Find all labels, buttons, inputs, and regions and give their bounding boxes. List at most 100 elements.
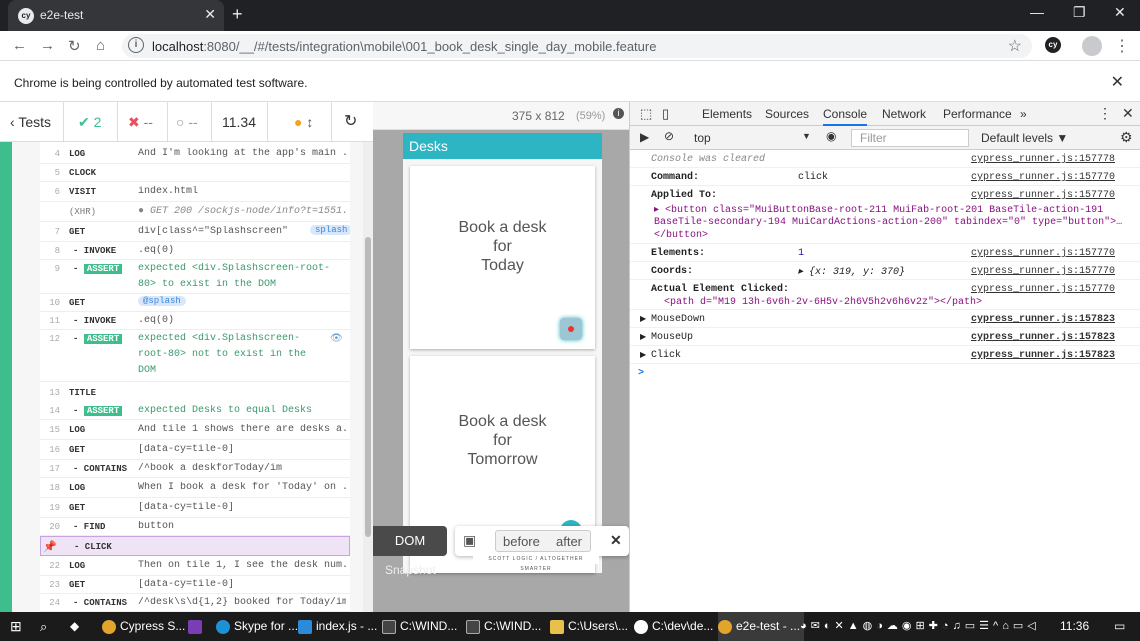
before-after-toggle[interactable]: before after (495, 530, 591, 552)
source-link[interactable]: cypress_runner.js:157770 (971, 190, 1115, 201)
list-item[interactable]: 19 GET [data-cy=tile-0] (40, 498, 350, 518)
console-group[interactable]: ▶ MouseUp cypress_runner.js:157823 (630, 328, 1140, 346)
notifications-icon[interactable]: ▭ (1114, 612, 1125, 641)
source-link[interactable]: cypress_runner.js:157823 (971, 314, 1115, 325)
tab-console[interactable]: Console (823, 107, 868, 126)
info-icon[interactable]: i (613, 108, 624, 119)
list-item[interactable]: 8 - INVOKE .eq(0) (40, 242, 350, 260)
address-bar[interactable]: i localhost:8080/__/#/tests/integration\… (122, 34, 1032, 58)
element-text[interactable]: <path d="M19 13h-6v6h-2v-6H5v-2h6V5h2v6h… (664, 297, 982, 308)
list-item[interactable]: 5 CLOCK (40, 164, 350, 182)
taskbar-item-cmd2[interactable]: C:\WIND... (466, 612, 541, 641)
list-item[interactable]: 22 LOG Then on tile 1, I see the desk num.… (40, 556, 350, 576)
pin-icon[interactable]: 📌 (43, 540, 57, 554)
tab-sources[interactable]: Sources (765, 107, 809, 121)
list-item[interactable]: 16 GET [data-cy=tile-0] (40, 440, 350, 460)
coords-object[interactable]: ▸ {x: 319, y: 370} (798, 266, 905, 278)
book-today-button[interactable] (560, 318, 582, 340)
list-item[interactable]: 9 - ASSERT expected <div.Splashscreen-root… (40, 260, 350, 294)
list-item[interactable]: 12 - ASSERT expected <div.Splashscreen- 👁 ro… (40, 330, 350, 382)
scrollbar-thumb[interactable] (365, 237, 371, 537)
search-icon[interactable]: ⌕ (40, 612, 47, 641)
chrome-menu-icon[interactable]: ⋮ (1114, 36, 1130, 56)
list-item[interactable]: 18 LOG When I book a desk for 'Today' on .… (40, 478, 350, 498)
auto-scroll-toggle[interactable]: ● ↕ (268, 102, 332, 142)
close-snapshot-icon[interactable]: ✕ (610, 532, 622, 549)
windows-start-icon[interactable]: ⊞ (10, 612, 22, 641)
new-tab-button[interactable]: + (232, 4, 243, 25)
after-button[interactable]: after (556, 534, 582, 549)
filter-input[interactable]: Filter (851, 129, 969, 147)
devtools-menu-icon[interactable]: ⋮ (1098, 105, 1112, 122)
browser-tab[interactable]: cy e2e-test ✕ (8, 0, 224, 31)
taskbar-item-chrome-cypress[interactable]: Cypress S... (102, 612, 185, 641)
taskbar-item-skype[interactable]: Skype for ... (216, 612, 298, 641)
source-link[interactable]: cypress_runner.js:157770 (971, 248, 1115, 259)
eye-icon[interactable]: ◉ (826, 129, 836, 143)
minimize-icon[interactable]: — (1030, 4, 1044, 20)
source-link[interactable]: cypress_runner.js:157778 (971, 154, 1115, 165)
tests-button[interactable]: ‹ Tests (0, 102, 64, 142)
list-item[interactable]: 11 - INVOKE .eq(0) (40, 312, 350, 330)
taskbar-item-onenote[interactable] (188, 612, 206, 641)
reload-icon[interactable]: ↻ (68, 37, 81, 55)
command-log-scrollbar[interactable] (363, 142, 373, 612)
system-tray[interactable]: ◕✉◐✕▲◍◑☁◉⊞✚◔♫▭☰^⌂▭◁ (800, 612, 1055, 641)
back-icon[interactable]: ← (12, 37, 27, 54)
source-link[interactable]: cypress_runner.js:157823 (971, 350, 1115, 361)
highlight-toggle-icon[interactable]: ▣ (463, 532, 476, 549)
home-icon[interactable]: ⌂ (96, 37, 105, 54)
taskbar-item-explorer[interactable]: C:\Users\... (550, 612, 628, 641)
tab-performance[interactable]: Performance (943, 107, 1012, 121)
list-item-active[interactable]: 📌 - CLICK (40, 536, 350, 556)
list-item[interactable]: 10 GET @splash (40, 294, 350, 312)
device-toggle-icon[interactable]: ▯ (662, 106, 669, 122)
more-tabs-icon[interactable]: » (1020, 107, 1027, 121)
list-item[interactable]: 14 - ASSERT expected Desks to equal Desks (40, 402, 350, 420)
cypress-extension-icon[interactable]: cy (1045, 37, 1061, 53)
close-devtools-icon[interactable]: ✕ (1122, 105, 1134, 122)
taskbar-item-cypress[interactable]: C:\dev\de... (634, 612, 713, 641)
list-item[interactable]: 13 TITLE (40, 382, 350, 402)
source-link[interactable]: cypress_runner.js:157770 (971, 266, 1115, 277)
list-item[interactable]: 15 LOG And tile 1 shows there are desks a.… (40, 420, 350, 440)
levels-dropdown[interactable]: Default levels ▼ (981, 131, 1068, 145)
maximize-icon[interactable]: ❐ (1073, 4, 1086, 21)
tab-network[interactable]: Network (882, 107, 926, 121)
forward-icon[interactable]: → (40, 37, 55, 54)
element-node[interactable]: ▸ <button class="MuiButtonBase-root-211 … (654, 204, 1103, 216)
console-group[interactable]: ▶ MouseDown cypress_runner.js:157823 (630, 310, 1140, 328)
clock[interactable]: 11:36 (1060, 612, 1089, 641)
close-infobar-icon[interactable]: ✕ (1111, 72, 1124, 92)
list-item[interactable]: 6 VISIT index.html (40, 182, 350, 202)
list-item[interactable]: 17 - CONTAINS /^book a deskforToday/im (40, 460, 350, 478)
source-link[interactable]: cypress_runner.js:157823 (971, 332, 1115, 343)
console-group[interactable]: ▶ Click cypress_runner.js:157823 (630, 346, 1140, 364)
taskbar-item-chrome-e2e[interactable]: e2e-test - ... (718, 612, 805, 641)
window-close-icon[interactable]: ✕ (1114, 4, 1126, 21)
context-select[interactable]: top (694, 131, 711, 145)
list-item[interactable]: 23 GET [data-cy=tile-0] (40, 576, 350, 594)
avatar[interactable] (1082, 36, 1102, 56)
inspect-icon[interactable]: ⬚ (640, 106, 652, 122)
bookmark-star-icon[interactable]: ☆ (1008, 36, 1022, 56)
list-item[interactable]: 24 - CONTAINS /^desk\s\d{1,2} booked for T… (40, 594, 350, 612)
list-item[interactable]: (XHR) ● GET 200 /sockjs-node/info?t=1551.… (40, 202, 350, 222)
app-pin-icon[interactable]: ◆ (70, 612, 79, 641)
console-prompt[interactable]: > (638, 368, 644, 379)
list-item[interactable]: 4 LOG And I'm looking at the app's main ..… (40, 144, 350, 164)
settings-gear-icon[interactable]: ⚙ (1120, 129, 1133, 146)
site-info-icon[interactable]: i (128, 37, 144, 53)
list-item[interactable]: 20 - FIND button (40, 518, 350, 536)
tab-elements[interactable]: Elements (702, 107, 752, 121)
taskbar-item-cmd1[interactable]: C:\WIND... (382, 612, 457, 641)
rerun-icon[interactable]: ↻ (332, 102, 373, 142)
sidebar-toggle-icon[interactable]: ▶ (640, 130, 649, 144)
taskbar-item-vscode[interactable]: index.js - ... (298, 612, 377, 641)
close-tab-icon[interactable]: ✕ (204, 6, 216, 23)
url-text[interactable]: localhost:8080/__/#/tests/integration\mo… (152, 39, 656, 54)
source-link[interactable]: cypress_runner.js:157770 (971, 284, 1115, 295)
before-button[interactable]: before (503, 534, 540, 549)
eye-icon[interactable]: 👁 (330, 333, 343, 345)
clear-console-icon[interactable]: ⊘ (664, 129, 674, 143)
